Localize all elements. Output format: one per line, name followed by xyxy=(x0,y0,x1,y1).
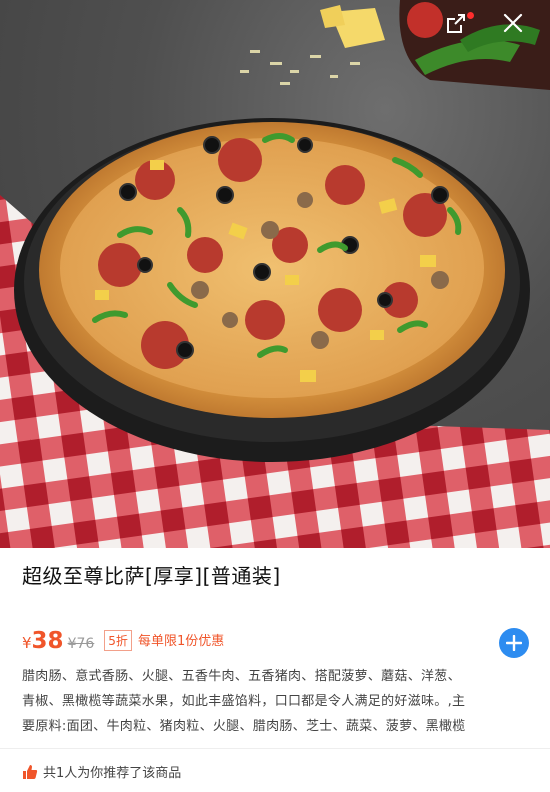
currency-symbol: ¥ xyxy=(22,634,32,652)
divider xyxy=(0,748,550,749)
close-button[interactable] xyxy=(502,12,532,42)
plus-icon xyxy=(506,635,522,651)
current-price: 38 xyxy=(31,628,64,654)
limit-note: 每单限1份优惠 xyxy=(137,634,225,649)
recommend-row: 共1人为你推荐了该商品 xyxy=(22,762,181,781)
close-icon xyxy=(503,13,523,33)
price-row: ¥ 38 ¥76 5折 每单限1份优惠 xyxy=(22,628,224,654)
add-to-cart-button[interactable] xyxy=(499,628,529,658)
notification-dot xyxy=(467,12,474,19)
product-image xyxy=(0,0,550,548)
recommend-text: 共1人为你推荐了该商品 xyxy=(43,766,182,781)
original-price: ¥76 xyxy=(67,636,95,652)
share-button[interactable] xyxy=(444,12,474,42)
product-description: 腊肉肠、意式香肠、火腿、五香牛肉、五香猪肉、搭配菠萝、蘑菇、洋葱、 青椒、黑橄榄… xyxy=(22,669,466,734)
thumbs-up-icon xyxy=(23,764,38,779)
discount-badge: 5折 xyxy=(104,630,132,651)
pizza-photo xyxy=(0,0,550,548)
product-title: 超级至尊比萨[厚享][普通装] xyxy=(22,564,281,588)
share-icon xyxy=(447,14,465,33)
